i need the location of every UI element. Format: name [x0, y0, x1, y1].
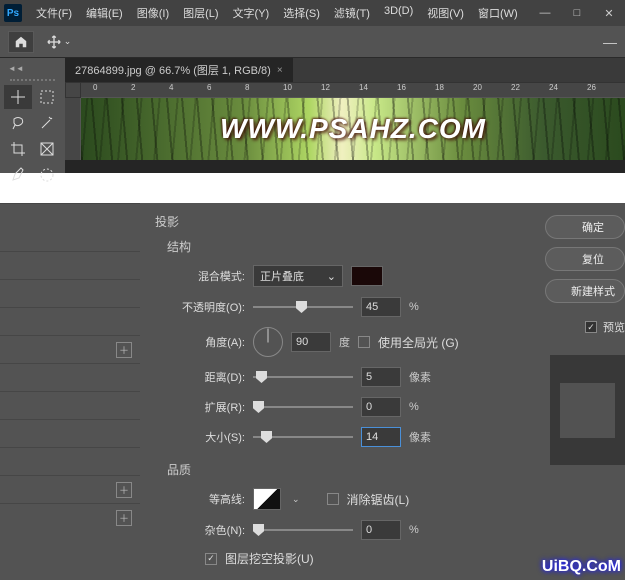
plus-icon[interactable]: ＋: [116, 342, 132, 358]
new-style-button[interactable]: 新建样式: [545, 279, 625, 303]
size-input[interactable]: [361, 427, 401, 447]
distance-label: 距离(D):: [155, 369, 245, 385]
dropdown-icon: ⌄: [64, 36, 72, 47]
chevron-down-icon: ⌄: [327, 270, 336, 283]
angle-dial[interactable]: [253, 327, 283, 357]
knockout-label: 图层挖空投影(U): [225, 550, 314, 567]
distance-input[interactable]: [361, 367, 401, 387]
global-light-label: 使用全局光 (G): [378, 334, 459, 351]
knockout-checkbox[interactable]: ✓: [205, 553, 217, 565]
opacity-label: 不透明度(O):: [155, 299, 245, 315]
spread-input[interactable]: [361, 397, 401, 417]
menu-image[interactable]: 图像(I): [131, 2, 175, 24]
contour-swatch[interactable]: [253, 488, 281, 510]
document-tab[interactable]: 27864899.jpg @ 66.7% (图层 1, RGB/8) ×: [65, 58, 293, 82]
plus-icon[interactable]: ＋: [116, 482, 132, 498]
blend-mode-select[interactable]: 正片叠底 ⌄: [253, 265, 343, 287]
size-slider[interactable]: [253, 431, 353, 443]
maximize-button[interactable]: □: [565, 4, 589, 22]
watermark: UiBQ.CoM: [542, 558, 621, 576]
move-tool-options[interactable]: ⌄: [44, 31, 74, 53]
effect-title: 投影: [155, 213, 525, 230]
style-list: ＋ ＋ ＋: [0, 203, 140, 580]
document-tab-label: 27864899.jpg @ 66.7% (图层 1, RGB/8): [75, 62, 271, 78]
vertical-ruler[interactable]: [65, 98, 81, 160]
circle-marquee-tool[interactable]: [34, 163, 62, 187]
blend-mode-label: 混合模式:: [155, 268, 245, 284]
angle-unit: 度: [339, 334, 350, 350]
collapse-tools[interactable]: ◄◄: [4, 62, 61, 75]
shadow-color-swatch[interactable]: [351, 266, 383, 286]
contour-label: 等高线:: [155, 491, 245, 507]
minimize-button[interactable]: —: [533, 4, 557, 22]
distance-slider[interactable]: [253, 371, 353, 383]
spread-unit: %: [409, 401, 419, 413]
size-label: 大小(S):: [155, 429, 245, 445]
home-button[interactable]: [8, 31, 34, 53]
frame-tool[interactable]: [34, 137, 62, 161]
menu-window[interactable]: 窗口(W): [472, 2, 524, 24]
preview-box: [550, 355, 625, 465]
marquee-tool[interactable]: [34, 85, 62, 109]
size-unit: 像素: [409, 429, 431, 445]
menu-3d[interactable]: 3D(D): [378, 2, 419, 24]
menu-filter[interactable]: 滤镜(T): [328, 2, 376, 24]
distance-unit: 像素: [409, 369, 431, 385]
minimize-subwindow[interactable]: —: [603, 34, 617, 50]
style-list-item[interactable]: ＋: [0, 475, 140, 503]
close-window-button[interactable]: ✕: [597, 4, 621, 22]
ok-button[interactable]: 确定: [545, 215, 625, 239]
menu-layer[interactable]: 图层(L): [177, 2, 224, 24]
angle-label: 角度(A):: [155, 334, 245, 350]
antialias-checkbox[interactable]: [327, 493, 339, 505]
lasso-tool[interactable]: [4, 111, 32, 135]
close-tab-icon[interactable]: ×: [277, 65, 283, 76]
opacity-input[interactable]: [361, 297, 401, 317]
home-icon: [14, 35, 28, 49]
global-light-checkbox[interactable]: [358, 336, 370, 348]
spread-label: 扩展(R):: [155, 399, 245, 415]
menu-view[interactable]: 视图(V): [421, 2, 470, 24]
quality-title: 品质: [167, 461, 525, 478]
menu-text[interactable]: 文字(Y): [227, 2, 276, 24]
reset-button[interactable]: 复位: [545, 247, 625, 271]
menu-edit[interactable]: 编辑(E): [80, 2, 129, 24]
antialias-label: 消除锯齿(L): [347, 491, 410, 508]
ruler-corner: [65, 82, 81, 98]
style-list-item[interactable]: ＋: [0, 335, 140, 363]
opacity-unit: %: [409, 301, 419, 313]
angle-input[interactable]: [291, 332, 331, 352]
menu-select[interactable]: 选择(S): [277, 2, 326, 24]
structure-title: 结构: [167, 238, 525, 255]
chevron-down-icon[interactable]: ⌄: [289, 494, 303, 505]
noise-unit: %: [409, 524, 419, 536]
wand-tool[interactable]: [34, 111, 62, 135]
move-tool[interactable]: [4, 85, 32, 109]
move-icon: [47, 35, 61, 49]
crop-tool[interactable]: [4, 137, 32, 161]
opacity-slider[interactable]: [253, 301, 353, 313]
noise-label: 杂色(N):: [155, 522, 245, 538]
app-logo: Ps: [4, 4, 22, 22]
canvas-watermark-text: WWW.PSAHZ.COM: [220, 113, 486, 145]
plus-icon[interactable]: ＋: [116, 510, 132, 526]
style-list-item[interactable]: ＋: [0, 503, 140, 531]
menu-file[interactable]: 文件(F): [30, 2, 78, 24]
canvas[interactable]: WWW.PSAHZ.COM: [81, 98, 625, 160]
horizontal-ruler[interactable]: 0 2 4 6 8 10 12 14 16 18 20 22 24 26: [81, 82, 625, 98]
preview-label: 预览: [603, 319, 625, 335]
eyedropper-tool[interactable]: [4, 163, 32, 187]
noise-slider[interactable]: [253, 524, 353, 536]
spread-slider[interactable]: [253, 401, 353, 413]
preview-checkbox[interactable]: ✓: [585, 321, 597, 333]
noise-input[interactable]: [361, 520, 401, 540]
